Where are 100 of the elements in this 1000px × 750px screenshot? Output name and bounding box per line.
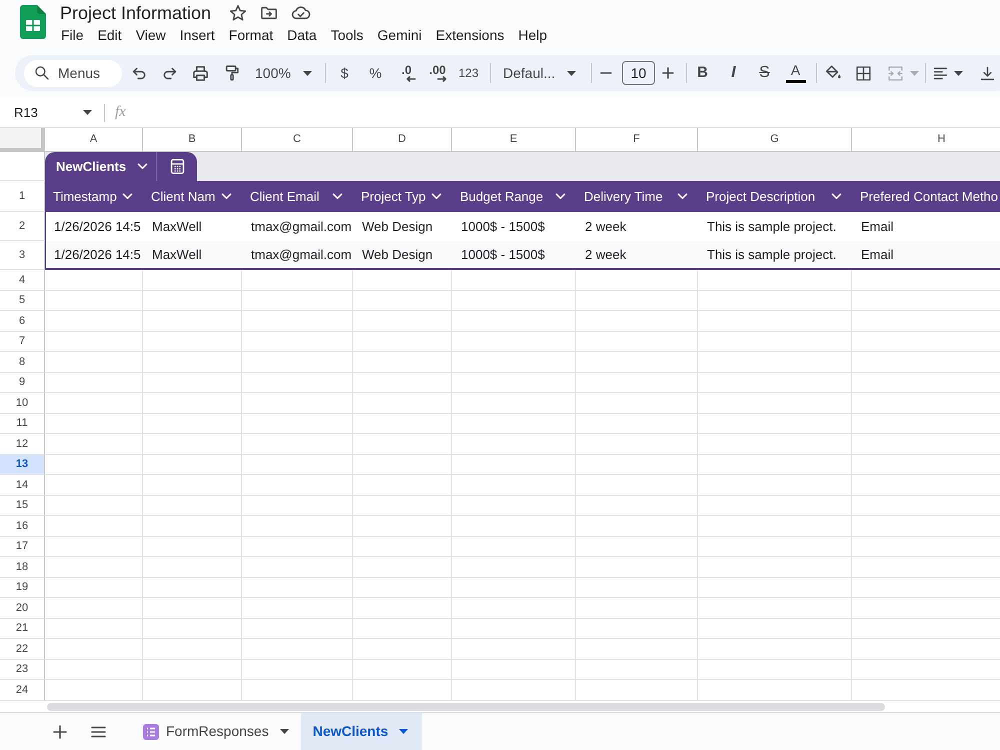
chevron-down-icon[interactable] xyxy=(431,193,442,200)
empty-cell[interactable] xyxy=(576,290,698,311)
empty-cell[interactable] xyxy=(452,332,576,352)
print-icon[interactable] xyxy=(191,64,210,82)
percent-button[interactable]: % xyxy=(360,59,391,87)
empty-cell[interactable] xyxy=(353,372,452,393)
row-number[interactable]: 24 xyxy=(0,680,45,700)
empty-cell[interactable] xyxy=(242,475,353,496)
empty-cell[interactable] xyxy=(242,660,353,680)
empty-cell[interactable] xyxy=(698,290,852,311)
chevron-down-icon[interactable] xyxy=(137,163,148,170)
empty-cell[interactable] xyxy=(353,475,452,496)
plus-icon[interactable] xyxy=(53,724,67,738)
caret-down-icon[interactable] xyxy=(280,729,289,734)
row-number[interactable]: 7 xyxy=(0,332,45,352)
empty-cell[interactable] xyxy=(353,557,452,578)
empty-cell[interactable] xyxy=(242,639,353,660)
empty-cell[interactable] xyxy=(353,496,452,516)
row-number[interactable]: 3 xyxy=(0,241,45,270)
row-number[interactable]: 15 xyxy=(0,496,45,516)
empty-cell[interactable] xyxy=(143,270,242,290)
empty-cell[interactable] xyxy=(576,578,698,598)
empty-cell[interactable] xyxy=(353,414,452,434)
row-number[interactable]: 23 xyxy=(0,660,45,680)
chevron-down-icon[interactable] xyxy=(332,193,343,200)
empty-cell[interactable] xyxy=(143,414,242,434)
empty-cell[interactable] xyxy=(452,680,576,700)
empty-cell[interactable] xyxy=(452,290,576,311)
column-header[interactable]: F xyxy=(576,128,698,152)
align-left-icon[interactable] xyxy=(932,64,949,82)
caret-down-icon[interactable] xyxy=(954,70,963,76)
row-number[interactable]: 18 xyxy=(0,557,45,578)
empty-cell[interactable] xyxy=(698,639,852,660)
empty-cell[interactable] xyxy=(242,352,353,372)
empty-cell[interactable] xyxy=(698,536,852,557)
row-number[interactable]: 1 xyxy=(0,181,45,212)
empty-cell[interactable] xyxy=(143,372,242,393)
menu-item[interactable]: Data xyxy=(287,26,317,44)
column-header[interactable]: G xyxy=(698,128,852,152)
row-number[interactable]: 22 xyxy=(0,639,45,660)
empty-cell[interactable] xyxy=(353,454,452,475)
borders-icon[interactable] xyxy=(855,64,872,82)
empty-cell[interactable] xyxy=(576,475,698,496)
empty-cell[interactable] xyxy=(143,639,242,660)
sheet-tab[interactable]: FormResponses xyxy=(136,713,301,750)
empty-cell[interactable] xyxy=(143,618,242,639)
empty-cell[interactable] xyxy=(698,311,852,332)
empty-cell[interactable] xyxy=(576,618,698,639)
decrease-decimal-button[interactable]: .0 xyxy=(391,59,422,87)
empty-cell[interactable] xyxy=(576,454,698,475)
menu-item[interactable]: Help xyxy=(518,26,548,44)
empty-cell[interactable] xyxy=(698,578,852,598)
empty-cell[interactable] xyxy=(353,332,452,352)
empty-cell[interactable] xyxy=(452,372,576,393)
empty-cell[interactable] xyxy=(698,372,852,393)
empty-cell[interactable] xyxy=(242,536,353,557)
sheet-tab[interactable]: NewClients xyxy=(300,713,422,750)
row-number[interactable]: 20 xyxy=(0,598,45,618)
empty-cell[interactable] xyxy=(143,516,242,536)
empty-cell[interactable] xyxy=(353,680,452,700)
empty-cell[interactable] xyxy=(143,660,242,680)
row-number[interactable]: 2 xyxy=(0,212,45,241)
row-number[interactable]: 10 xyxy=(0,393,45,414)
text-color-button[interactable]: A xyxy=(780,59,811,87)
empty-cell[interactable] xyxy=(576,352,698,372)
empty-cell[interactable] xyxy=(353,578,452,598)
empty-cell[interactable] xyxy=(353,618,452,639)
empty-cell[interactable] xyxy=(452,414,576,434)
empty-cell[interactable] xyxy=(143,352,242,372)
empty-cell[interactable] xyxy=(242,414,353,434)
empty-cell[interactable] xyxy=(576,639,698,660)
spreadsheet-logo-icon[interactable] xyxy=(20,5,46,39)
empty-cell[interactable] xyxy=(452,639,576,660)
menu-item[interactable]: Extensions xyxy=(436,26,504,44)
empty-cell[interactable] xyxy=(143,598,242,618)
empty-cell[interactable] xyxy=(242,496,353,516)
empty-cell[interactable] xyxy=(143,332,242,352)
menu-item[interactable]: Edit xyxy=(98,26,122,44)
empty-cell[interactable] xyxy=(242,557,353,578)
table-name-button[interactable]: NewClients xyxy=(45,152,156,181)
empty-cell[interactable] xyxy=(143,557,242,578)
empty-cell[interactable] xyxy=(452,393,576,414)
caret-down-icon[interactable] xyxy=(302,70,312,76)
empty-cell[interactable] xyxy=(576,557,698,578)
empty-cell[interactable] xyxy=(242,598,353,618)
empty-cell[interactable] xyxy=(698,475,852,496)
star-icon[interactable] xyxy=(229,4,248,22)
row-number[interactable]: 9 xyxy=(0,372,45,393)
strikethrough-button[interactable]: S xyxy=(749,59,780,87)
empty-cell[interactable] xyxy=(698,393,852,414)
column-header[interactable]: E xyxy=(452,128,576,152)
currency-button[interactable]: $ xyxy=(329,59,360,87)
empty-cell[interactable] xyxy=(698,352,852,372)
chevron-down-icon[interactable] xyxy=(221,193,232,200)
empty-cell[interactable] xyxy=(353,434,452,454)
empty-cell[interactable] xyxy=(452,454,576,475)
empty-cell[interactable] xyxy=(576,311,698,332)
menu-item[interactable]: Tools xyxy=(330,26,364,44)
empty-cell[interactable] xyxy=(576,434,698,454)
empty-cell[interactable] xyxy=(452,270,576,290)
